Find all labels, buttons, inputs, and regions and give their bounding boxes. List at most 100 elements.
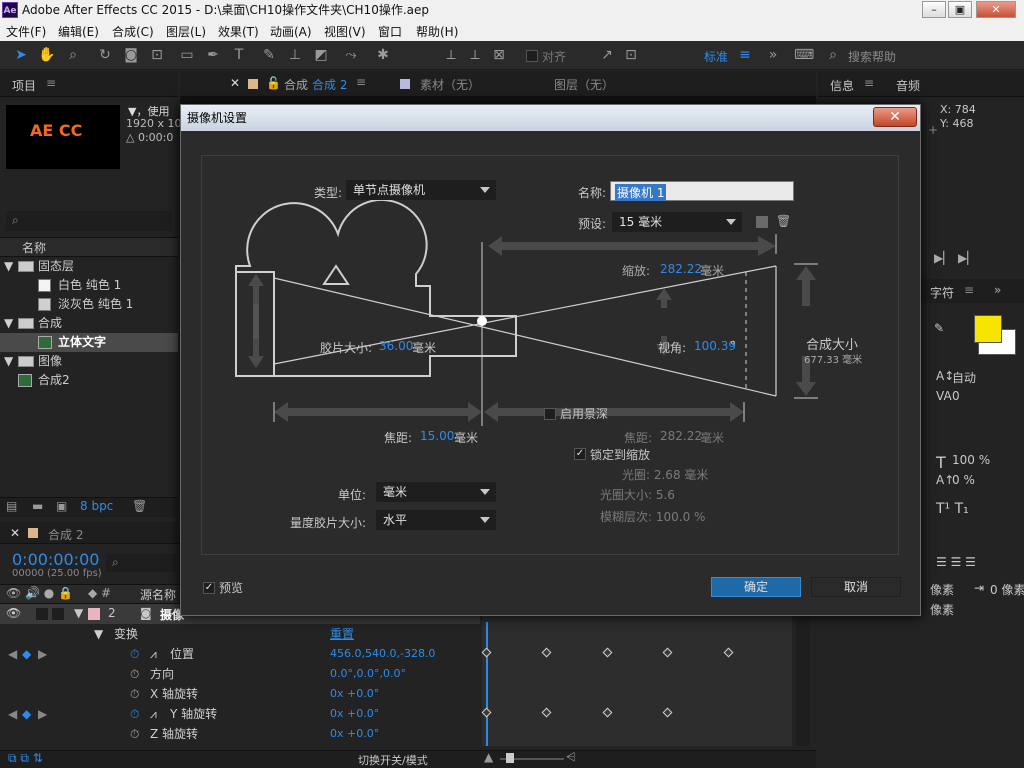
axis-view-icon[interactable]: ⊠ [490, 46, 508, 64]
eyedropper-icon[interactable]: ✎ [934, 321, 944, 335]
trash-icon[interactable]: 🗑 [132, 499, 147, 513]
zoom-tool-icon[interactable]: ⌕ [64, 46, 82, 64]
timeline-scrollbar[interactable] [796, 614, 810, 746]
character-tab[interactable]: 字符 [930, 284, 954, 301]
property-row-position[interactable]: ◀ ◆ ▶ ⏱ ⩘ 位置 456.0,540.0,-328.0 [0, 644, 480, 664]
cancel-button[interactable]: 取消 [811, 577, 901, 597]
name-column-header[interactable]: 名称 [22, 239, 46, 256]
camera-tool-icon[interactable]: ◙ [122, 46, 140, 64]
snap-checkbox[interactable] [526, 50, 538, 62]
tree-item-white-solid[interactable]: 白色 纯色 1 [0, 276, 178, 295]
axis-local-icon[interactable]: ⟂ [442, 46, 460, 64]
last-frame-icon[interactable]: ▶▏ [958, 251, 976, 265]
menu-edit[interactable]: 编辑(E) [58, 23, 99, 40]
sync-settings-icon[interactable]: ⌨ [794, 46, 814, 64]
baseline-value[interactable]: 0 % [952, 473, 975, 487]
lock-to-zoom-checkbox[interactable]: ✓ [574, 448, 586, 460]
stopwatch-icon[interactable]: ⏱ [130, 704, 139, 724]
film-size-value[interactable]: 36.00 [379, 339, 413, 353]
dialog-close-button[interactable]: ✕ [873, 107, 917, 127]
preset-select[interactable]: 15 毫米 [612, 212, 742, 232]
zoom-out-icon[interactable]: ▲ [484, 750, 493, 764]
leading-value[interactable]: 自动 [952, 369, 976, 386]
add-keyframe-icon[interactable]: ◆ [22, 644, 31, 664]
superscript-icon[interactable]: T¹ T₁ [936, 501, 969, 517]
stopwatch-icon[interactable]: ⏱ [130, 724, 139, 744]
menu-view[interactable]: 视图(V) [324, 23, 366, 40]
current-time-indicator[interactable] [486, 622, 488, 746]
zoom-slider-thumb[interactable] [506, 753, 514, 763]
maximize-button[interactable]: ▣ [948, 1, 972, 18]
eye-icon[interactable]: 👁 [6, 606, 21, 620]
close-tab-icon[interactable]: ✕ [230, 76, 240, 90]
property-value[interactable]: 0.0°,0.0°,0.0° [330, 664, 406, 684]
timeline-track-area[interactable] [482, 614, 792, 746]
eraser-tool-icon[interactable]: ◩ [312, 46, 330, 64]
pan-behind-tool-icon[interactable]: ⊡ [148, 46, 166, 64]
menu-window[interactable]: 窗口 [378, 23, 402, 40]
project-menu-icon[interactable]: ≡ [46, 76, 56, 90]
prev-keyframe-icon[interactable]: ◀ [8, 644, 17, 664]
next-keyframe-icon[interactable]: ▶ [38, 644, 47, 664]
puppet-tool-icon[interactable]: ✱ [374, 46, 392, 64]
reset-link[interactable]: 重置 [330, 624, 354, 644]
roto-brush-tool-icon[interactable]: ⤳ [342, 46, 360, 64]
ok-button[interactable]: 确定 [711, 577, 801, 597]
stopwatch-icon[interactable]: ⏱ [130, 644, 139, 664]
next-keyframe-icon[interactable]: ▶ [38, 704, 47, 724]
more-workspaces-icon[interactable]: » [764, 46, 782, 64]
graph-icon[interactable]: ⩘ [150, 704, 157, 724]
prev-keyframe-icon[interactable]: ◀ [8, 704, 17, 724]
selection-tool-icon[interactable]: ➤ [12, 46, 30, 64]
timeline-search-input[interactable]: ⌕ [106, 554, 176, 572]
preview-checkbox[interactable]: ✓ [203, 582, 215, 594]
property-row-y-rotation[interactable]: ◀ ◆ ▶ ⏱ ⩘ Y 轴旋转 0x +0.0° [0, 704, 480, 724]
hand-tool-icon[interactable]: ✋ [38, 46, 56, 64]
project-tab[interactable]: 项目 [12, 77, 36, 94]
new-folder-icon[interactable]: ▬ [32, 499, 43, 513]
interpret-footage-icon[interactable]: ▤ [6, 499, 17, 513]
tree-folder-comps[interactable]: ▼ 合成 [0, 314, 178, 333]
clone-stamp-tool-icon[interactable]: ⊥ [286, 46, 304, 64]
menu-animation[interactable]: 动画(A) [270, 23, 312, 40]
enable-dof-checkbox[interactable] [544, 408, 556, 420]
timecode-display[interactable]: 0:00:00:00 [12, 550, 99, 569]
stopwatch-icon[interactable]: ⏱ [130, 664, 139, 684]
align-icons[interactable]: ☰ ☰ ☰ [936, 555, 976, 569]
type-tool-icon[interactable]: T [230, 46, 248, 64]
expand-arrow-icon[interactable]: ▼ [4, 352, 13, 371]
tree-item-gray-solid[interactable]: 淡灰色 纯色 1 [0, 295, 178, 314]
camera-name-input[interactable]: 摄像机 1 [610, 181, 794, 201]
property-value[interactable]: 0x +0.0° [330, 704, 379, 724]
graph-icon[interactable]: ⩘ [150, 644, 157, 664]
save-preset-icon[interactable] [756, 216, 768, 228]
vertical-scale-value[interactable]: 100 % [952, 453, 990, 467]
focal-length-value[interactable]: 15.00 [420, 429, 454, 443]
menu-file[interactable]: 文件(F) [6, 23, 46, 40]
search-help-input[interactable]: 搜索帮助 [848, 48, 896, 65]
property-row-x-rotation[interactable]: ⏱ X 轴旋转 0x +0.0° [0, 684, 480, 704]
bit-depth-button[interactable]: 8 bpc [80, 499, 113, 513]
stopwatch-icon[interactable]: ⏱ [130, 684, 139, 704]
comp-tab-name[interactable]: 合成 2 [312, 76, 347, 93]
audio-tab[interactable]: 音频 [896, 77, 920, 94]
transform-group-row[interactable]: ▼ 变换 重置 [0, 624, 480, 644]
comp-tab-menu-icon[interactable]: ≡ [356, 75, 366, 89]
project-search-input[interactable]: ⌕ [6, 211, 172, 231]
rectangle-tool-icon[interactable]: ▭ [178, 46, 196, 64]
tree-folder-solids[interactable]: ▼ 固态层 [0, 257, 178, 276]
property-row-z-rotation[interactable]: ⏱ Z 轴旋转 0x +0.0° [0, 724, 480, 744]
units-select[interactable]: 毫米 [376, 482, 496, 502]
more-panels-icon[interactable]: » [994, 283, 1001, 297]
close-timeline-tab-icon[interactable]: ✕ [10, 526, 20, 540]
zoom-in-icon[interactable]: ⩤ [566, 750, 576, 765]
tree-item-comp2[interactable]: 合成2 [0, 371, 178, 390]
character-menu-icon[interactable]: ≡ [964, 283, 974, 297]
kerning-value[interactable]: 0 [952, 389, 960, 403]
expand-arrow-icon[interactable]: ▼ [74, 606, 83, 620]
fill-color-swatch[interactable] [974, 315, 1002, 343]
snap-edge-icon[interactable]: ↗ [598, 46, 616, 64]
info-menu-icon[interactable]: ≡ [864, 76, 874, 90]
snap-feature-icon[interactable]: ⊡ [622, 46, 640, 64]
tree-item-3d-text-comp[interactable]: 立体文字 [0, 333, 178, 352]
